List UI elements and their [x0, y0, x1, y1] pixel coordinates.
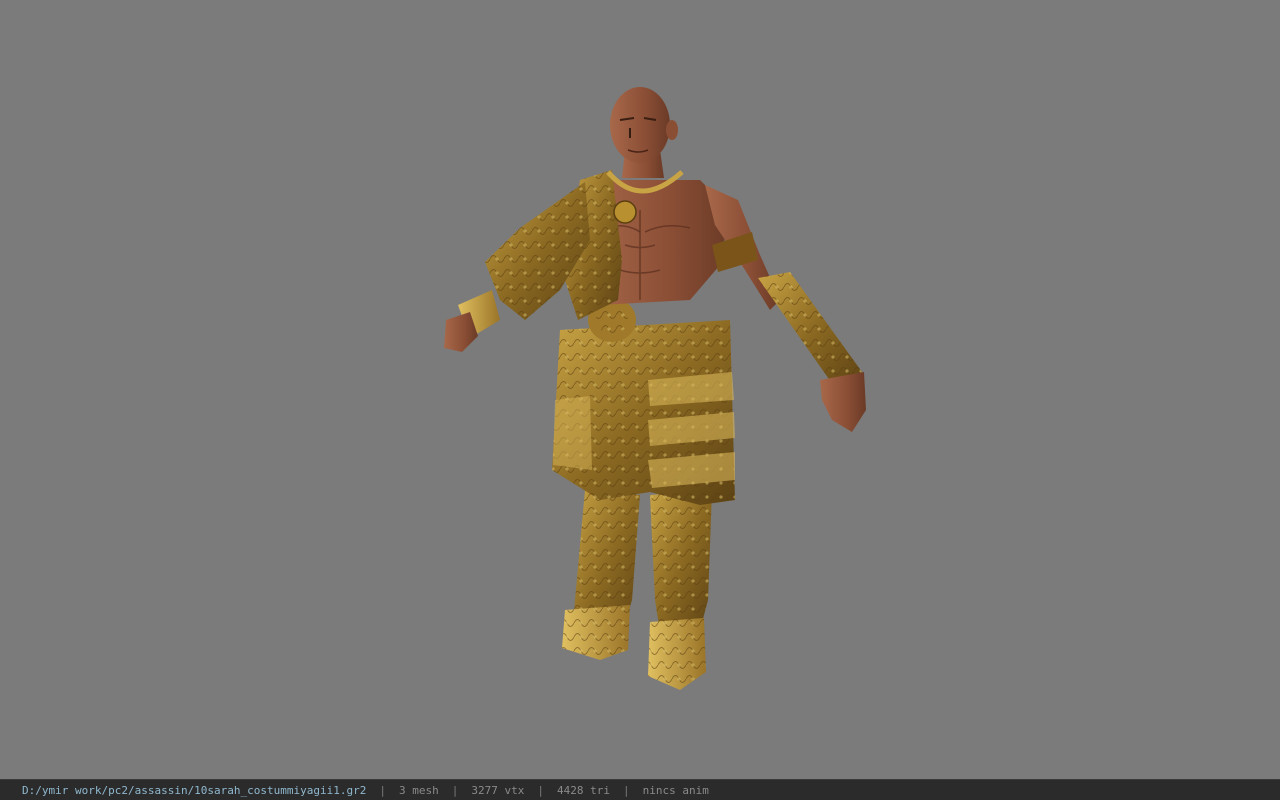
- separator: |: [379, 783, 386, 797]
- character-model: [444, 87, 866, 690]
- separator: |: [622, 783, 630, 797]
- status-bar: D:/ymir work/pc2/assassin/10sarah_costum…: [0, 779, 1280, 800]
- separator: |: [451, 783, 459, 797]
- right-leg: [648, 490, 712, 690]
- left-leg: [562, 490, 640, 660]
- anim-status: nincs anim: [642, 783, 709, 797]
- left-arm: [444, 182, 590, 352]
- armor-skirt: [552, 298, 735, 505]
- triangle-count: 4428 tri: [556, 783, 610, 797]
- vertex-count: 3277 vtx: [471, 783, 525, 797]
- head: [610, 87, 678, 178]
- mesh-count: 3 mesh: [399, 783, 439, 797]
- separator: |: [537, 783, 544, 797]
- 3d-viewport[interactable]: [0, 0, 1280, 779]
- file-path-text: D:/ymir work/pc2/assassin/10sarah_costum…: [22, 783, 367, 797]
